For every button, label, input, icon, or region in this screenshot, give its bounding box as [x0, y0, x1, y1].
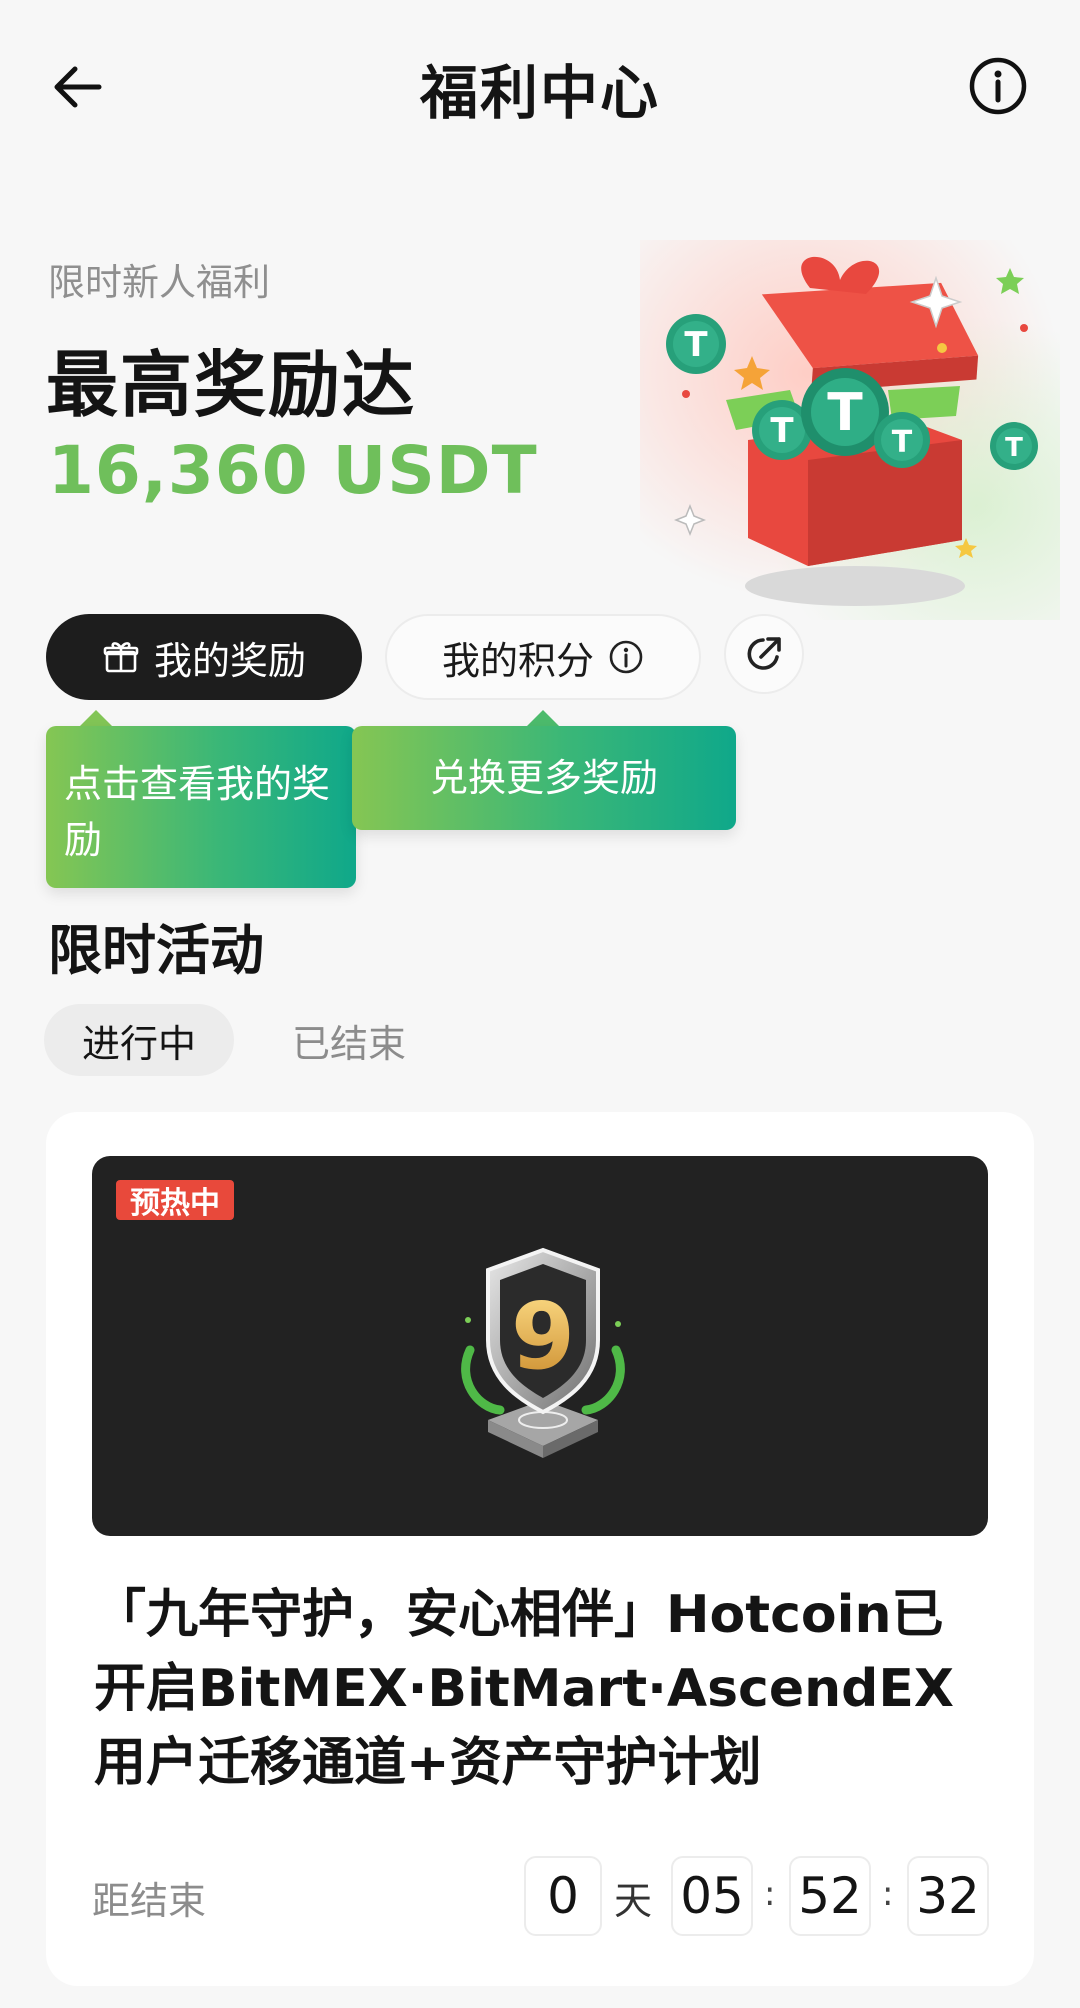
hero-title: 最高奖励达 — [46, 343, 417, 427]
countdown-separator: : — [882, 1874, 894, 1914]
my-points-button[interactable]: 我的积分 — [385, 614, 701, 700]
points-tooltip[interactable]: 兑换更多奖励 — [352, 726, 736, 830]
countdown-label: 距结束 — [92, 1879, 207, 1923]
share-arrow-icon — [747, 637, 781, 670]
hero-subtitle: 限时新人福利 — [48, 261, 270, 304]
tab-ongoing[interactable]: 进行中 — [44, 1004, 234, 1076]
share-button[interactable] — [724, 614, 804, 694]
svg-text:T: T — [770, 411, 794, 451]
tab-ended[interactable]: 已结束 — [292, 1004, 406, 1076]
countdown-days: 0 — [524, 1856, 602, 1936]
svg-text:T: T — [1005, 433, 1023, 463]
my-points-label: 我的积分 — [441, 638, 594, 683]
svg-text:T: T — [684, 325, 708, 365]
countdown-minutes: 52 — [789, 1856, 871, 1936]
info-circle-icon — [609, 640, 643, 674]
my-rewards-label: 我的奖励 — [153, 638, 306, 683]
countdown-separator: : — [764, 1874, 776, 1914]
info-button[interactable] — [964, 52, 1032, 120]
gift-icon — [103, 642, 139, 673]
countdown-days-unit: 天 — [614, 1879, 653, 1923]
activity-title[interactable]: 「九年守护，安心相伴」Hotcoin已开启BitMEX·BitMart·Asce… — [94, 1578, 994, 1800]
shield-illustration: 9 — [448, 1240, 638, 1472]
tooltip-arrow — [527, 710, 559, 726]
gift-box-illustration: T T T T T — [640, 240, 1060, 620]
page-title: 福利中心 — [419, 59, 660, 127]
section-title: 限时活动 — [48, 919, 264, 982]
shield-number: 9 — [511, 1283, 575, 1390]
rewards-tooltip[interactable]: 点击查看我的奖励 — [46, 726, 356, 888]
countdown-seconds: 32 — [907, 1856, 989, 1936]
tooltip-arrow — [80, 710, 112, 726]
svg-text:T: T — [892, 425, 913, 460]
countdown-hours: 05 — [671, 1856, 753, 1936]
svg-text:T: T — [827, 383, 863, 443]
my-rewards-button[interactable]: 我的奖励 — [46, 614, 362, 700]
hero-amount: 16,360 USDT — [48, 432, 538, 509]
info-circle-icon — [969, 57, 1027, 115]
status-badge: 预热中 — [116, 1180, 234, 1221]
